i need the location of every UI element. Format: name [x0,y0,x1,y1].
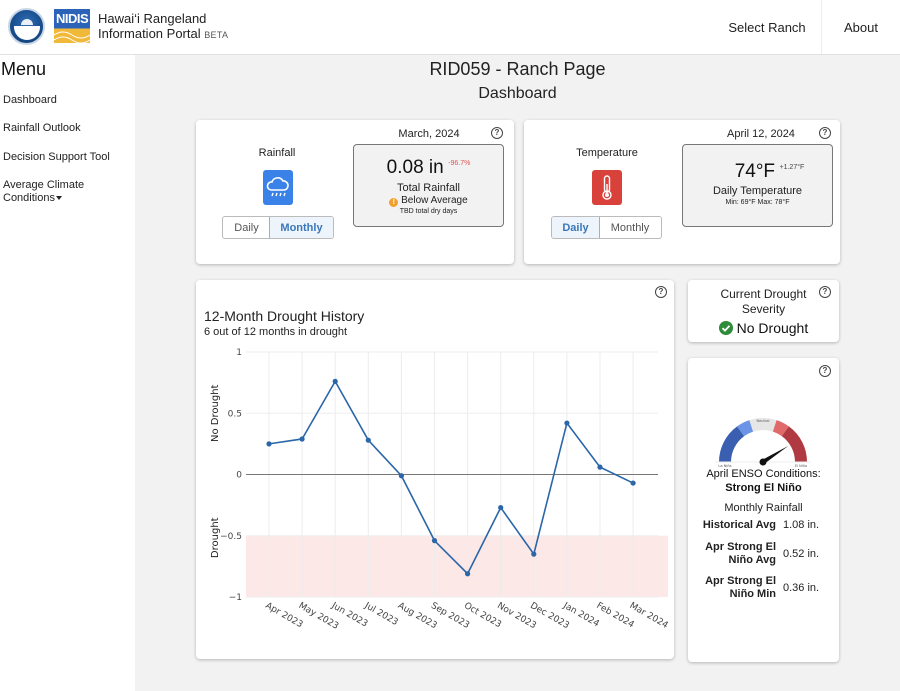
data-point [465,571,471,577]
noaa-logo[interactable] [8,8,45,45]
rainfall-metric-label: Total Rainfall [397,182,460,194]
y-axis-label-no-drought: No Drought [210,384,221,442]
sidebar: Menu Dashboard Rainfall Outlook Decision… [0,55,135,691]
severity-status: No Drought [736,320,809,336]
x-tick-label: Jul 2023 [362,600,400,627]
temperature-card: Temperature Daily Monthly April 12, 2024… [524,120,840,264]
row-value: 0.36 in. [783,582,820,594]
portal-brand[interactable]: Hawai‘i Rangeland Information Portal BET… [98,11,228,43]
drought-band [246,535,668,597]
temperature-value: 74°F [734,161,776,182]
sidebar-item-rainfall-outlook[interactable]: Rainfall Outlook [3,122,81,135]
row-label: Apr Strong El Niño Min [705,575,776,600]
beta-badge: BETA [204,30,229,40]
rainfall-delta: -96.7% [448,160,471,167]
rainfall-monthly-button[interactable]: Monthly [269,217,333,238]
data-point [531,551,537,557]
data-point [630,480,636,486]
sidebar-item-decision-support-tool[interactable]: Decision Support Tool [3,151,110,164]
sidebar-item-dashboard[interactable]: Dashboard [3,94,57,107]
temperature-value-box: 74°F +1.27°F Daily Temperature Min: 69°F… [682,144,833,227]
top-header: NIDIS Hawai‘i Rangeland Information Port… [0,0,900,55]
page-subtitle: Dashboard [478,85,557,102]
drought-severity-card: ? Current Drought Severity No Drought [688,280,839,342]
brand-line2: Information Portal [98,26,201,41]
dry-days-note: TBD total dry days [399,208,458,215]
row-value: 1.08 in. [783,519,820,531]
temperature-daily-button[interactable]: Daily [552,217,600,238]
temperature-metric-label: Daily Temperature [712,185,803,197]
nidis-logo[interactable]: NIDIS [54,9,90,43]
rainfall-label: Rainfall [258,147,296,159]
nav-select-ranch[interactable]: Select Ranch [712,0,822,54]
y-tick-label: 0.5 [228,409,242,419]
rainfall-period-toggle: Daily Monthly [222,216,334,239]
rainfall-status: Below Average [401,195,468,206]
y-tick-label: −1 [229,593,242,603]
data-point [564,420,570,426]
data-point [498,504,504,511]
gauge-label-neutral: Neutral [757,419,770,423]
sidebar-item-label: Average Climate [3,179,85,191]
sidebar-item-average-climate-conditions[interactable]: Average Climate Conditions [3,179,84,205]
y-axis-label-drought: Drought [210,517,221,558]
data-point [332,378,338,384]
cloud-rain-icon [263,170,293,205]
drought-history-card: ? 12-Month Drought History 6 out of 12 m… [196,280,674,659]
severity-title-line2: Severity [741,302,786,316]
severity-title-line1: Current Drought [720,287,807,301]
help-icon[interactable]: ? [491,127,503,139]
help-icon[interactable]: ? [819,365,831,377]
gauge-needle-hub [759,458,767,466]
temperature-label: Temperature [576,147,638,159]
help-icon[interactable]: ? [819,127,831,139]
row-label: Apr Strong El Niño Avg [705,541,776,566]
brand-line1: Hawai‘i Rangeland [98,11,207,26]
rainfall-card: Rainfall Daily Monthly March, 2024 ? 0.0… [196,120,514,264]
temperature-period-toggle: Daily Monthly [551,216,662,239]
rainfall-value-box: 0.08 in -96.7% Total Rainfall ! Below Av… [353,144,504,227]
row-value: 0.52 in. [783,548,820,560]
sidebar-item-label: Conditions [3,192,55,204]
enso-conditions-value: Strong El Niño [725,482,802,494]
check-circle-icon [718,321,733,335]
wave-decoration [54,31,90,43]
nav-about[interactable]: About [822,0,900,54]
warning-icon: ! [389,198,399,207]
temperature-delta: +1.27°F [779,164,805,171]
gauge-segment [781,426,807,462]
data-point [299,436,305,442]
page-title: RID059 - Ranch Page [429,59,606,79]
drought-history-chart[interactable]: 10.50−0.5−1No DroughtDroughtApr 2023May … [196,280,674,659]
rainfall-date: March, 2024 [398,128,460,140]
temperature-minmax: Min: 69°F Max: 78°F [725,199,790,206]
caret-down-icon [55,196,62,201]
y-tick-label: 1 [236,348,242,358]
menu-title: Menu [1,59,47,79]
y-tick-label: 0 [236,471,242,481]
enso-card: ? La Niña Neutral El Niño April ENSO Condi… [688,358,839,662]
data-point [597,464,603,470]
row-label: Historical Avg [702,519,776,531]
nidis-logo-text: NIDIS [56,11,89,26]
y-tick-label: −0.5 [220,532,242,542]
enso-gauge: La NiñaNeutralEl Niño [715,418,811,468]
data-point [431,538,438,544]
monthly-rainfall-title: Monthly Rainfall [724,502,803,514]
data-point [266,441,272,447]
gauge-segment [719,426,745,462]
x-tick-label: Mar 2024 [628,601,670,631]
temperature-monthly-button[interactable]: Monthly [599,217,661,238]
temperature-date: April 12, 2024 [727,128,795,140]
rainfall-value: 0.08 in [386,157,444,178]
thermometer-icon [592,170,622,205]
rainfall-daily-button[interactable]: Daily [223,217,270,238]
data-point [398,473,404,479]
data-point [365,437,371,443]
enso-conditions-label: April ENSO Conditions: [706,468,821,480]
